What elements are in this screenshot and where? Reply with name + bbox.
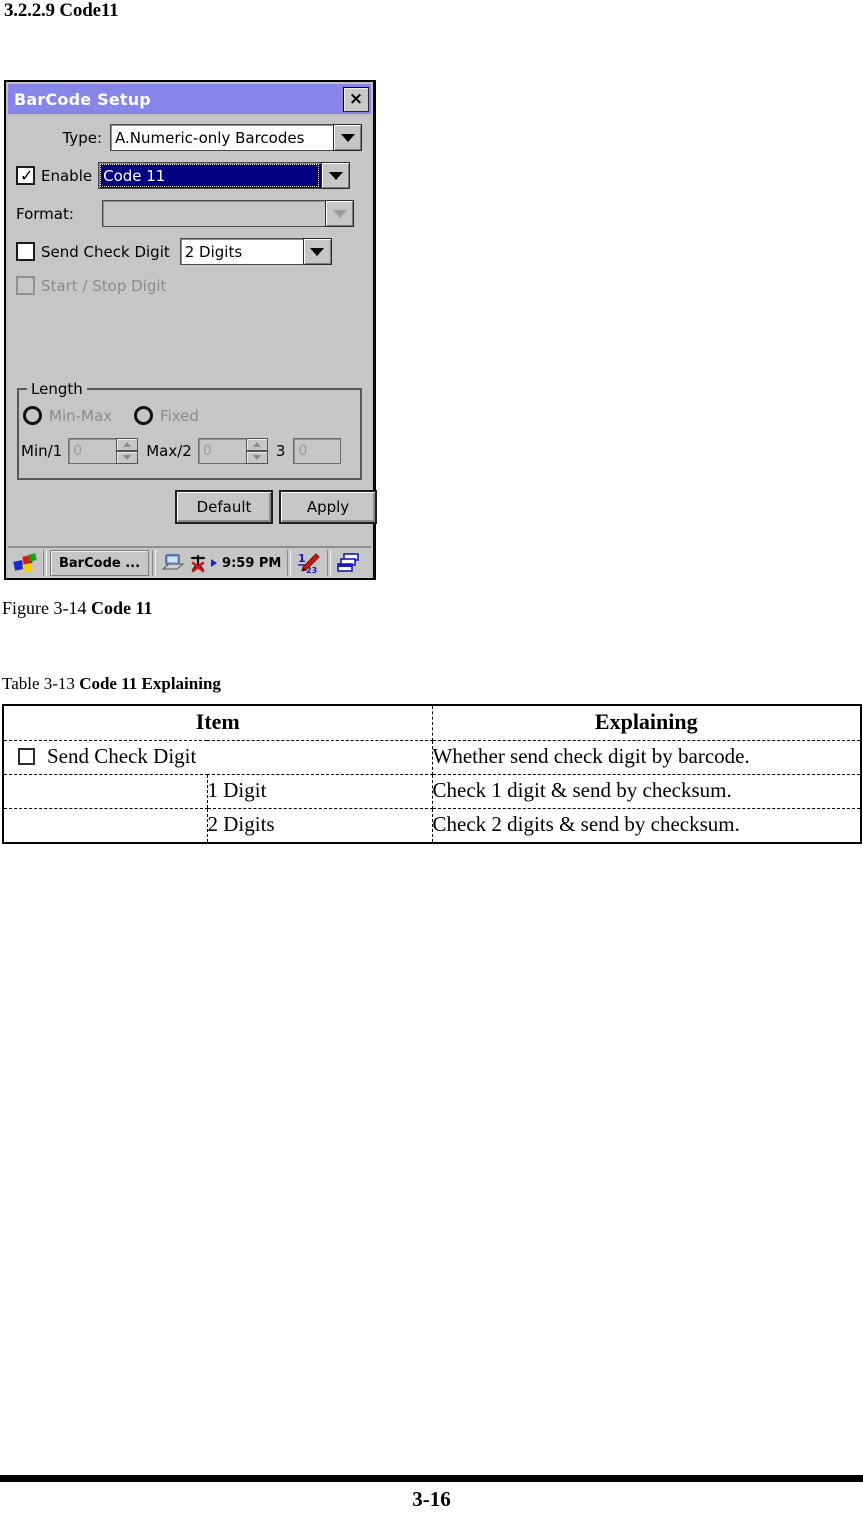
windows-start-icon[interactable] — [10, 550, 40, 576]
table-caption-prefix: Table 3-13 — [2, 674, 80, 693]
table-row: 1 Digit Check 1 digit & send by checksum… — [2, 774, 863, 809]
table-header-row: Item Explaining — [1, 704, 863, 741]
start-stop-digit-row: Start / Stop Digit — [16, 276, 364, 295]
page-title: 3.2.2.9 Code11 — [4, 0, 119, 21]
table-header-item: Item — [1, 704, 433, 741]
table-cell-explaining: Whether send check digit by barcode. — [431, 740, 863, 775]
table-row: Send Check Digit Whether send check digi… — [1, 740, 863, 775]
max-label: Max/2 — [146, 442, 192, 460]
taskbar-separator — [43, 550, 47, 576]
table-caption-title: Code 11 Explaining — [79, 674, 221, 693]
start-stop-digit-label: Start / Stop Digit — [41, 276, 167, 295]
table-row: 2 Digits Check 2 digits & send by checks… — [2, 808, 863, 844]
window-switch-icon[interactable] — [334, 553, 364, 573]
taskbar-separator — [152, 550, 157, 576]
network-disconnected-icon[interactable] — [187, 553, 209, 573]
dialog-title: BarCode Setup — [14, 89, 151, 109]
chevron-down-icon[interactable] — [321, 162, 351, 189]
fixed-radio — [134, 406, 154, 425]
min-input: 0 — [68, 438, 117, 464]
enable-checkbox[interactable]: ✓ — [16, 166, 35, 185]
chevron-down-icon[interactable] — [333, 124, 362, 151]
format-combo-value — [102, 200, 325, 227]
max-stepper: 0 — [197, 438, 268, 464]
length-mode-row: Min-Max Fixed — [23, 406, 199, 425]
footer-divider — [0, 1475, 863, 1482]
table-cell-explaining: Check 1 digit & send by checksum. — [431, 774, 863, 809]
format-label: Format: — [16, 204, 74, 223]
send-check-digit-value: 2 Digits — [179, 238, 303, 265]
format-combo — [102, 200, 354, 227]
send-check-digit-row: Send Check Digit 2 Digits — [16, 238, 364, 265]
chevron-down-icon — [325, 200, 354, 227]
taskbar-separator — [327, 550, 332, 576]
checkbox-icon — [18, 748, 35, 765]
type-combo-value: A.Numeric-only Barcodes — [110, 124, 333, 151]
min-stepper-up-icon — [116, 438, 139, 451]
max-stepper-down-icon — [245, 451, 268, 464]
enable-row: ✓ Enable Code 11 — [16, 162, 364, 189]
third-input: 0 — [293, 438, 342, 464]
input-panel-icon[interactable]: 1 23 — [294, 552, 324, 574]
barcode-setup-dialog: BarCode Setup × Type: A.Numeric-only Bar… — [4, 80, 377, 580]
type-combo[interactable]: A.Numeric-only Barcodes — [110, 124, 362, 151]
send-check-digit-label: Send Check Digit — [41, 242, 170, 261]
default-button[interactable]: Default — [175, 490, 273, 524]
enable-label: Enable — [41, 166, 93, 185]
svg-text:1: 1 — [298, 552, 306, 565]
page-number: 3-16 — [412, 1487, 451, 1511]
format-row: Format: — [16, 200, 364, 227]
send-check-digit-combo[interactable]: 2 Digits — [179, 238, 332, 265]
min-max-label: Min-Max — [49, 406, 113, 425]
min-max-radio — [23, 406, 42, 425]
table-cell-item: Send Check Digit — [1, 740, 433, 775]
figure-caption-prefix: Figure 3-14 — [2, 598, 91, 618]
length-values-row: Min/1 0 Max/2 0 3 0 — [21, 438, 342, 464]
type-row: Type: A.Numeric-only Barcodes — [16, 124, 364, 151]
table-cell-item: 2 Digits — [206, 808, 433, 844]
table-cell-spacer — [2, 774, 207, 809]
max-input: 0 — [197, 438, 246, 464]
code11-explaining-table: Item Explaining Send Check Digit Whether… — [1, 704, 863, 844]
start-stop-digit-checkbox — [16, 276, 35, 295]
apply-button[interactable]: Apply — [279, 490, 377, 524]
min-stepper-down-icon — [116, 451, 139, 464]
max-stepper-up-icon — [245, 438, 268, 451]
tray-expand-icon[interactable] — [209, 556, 219, 570]
min-label: Min/1 — [21, 442, 63, 460]
table-header-explaining: Explaining — [431, 704, 863, 741]
type-label: Type: — [62, 128, 102, 147]
taskbar: BarCode ... 9:59 PM 1 23 — [8, 546, 371, 578]
enable-combo[interactable]: Code 11 — [98, 162, 351, 189]
table-cell-explaining: Check 2 digits & send by checksum. — [431, 808, 863, 844]
table-caption: Table 3-13 Code 11 Explaining — [2, 674, 221, 694]
figure-caption-title: Code 11 — [91, 598, 153, 618]
clock[interactable]: 9:59 PM — [219, 556, 284, 571]
length-group-title: Length — [27, 380, 87, 398]
fixed-label: Fixed — [160, 406, 199, 425]
taskbar-separator — [287, 550, 292, 576]
table-cell-spacer — [2, 808, 207, 844]
send-check-digit-checkbox[interactable] — [16, 242, 35, 261]
check-icon: ✓ — [20, 166, 34, 185]
table-cell-item: 1 Digit — [206, 774, 433, 809]
dialog-body: Type: A.Numeric-only Barcodes ✓ Enable C… — [8, 116, 377, 546]
desktop-icon[interactable] — [159, 553, 187, 573]
figure-caption: Figure 3-14 Code 11 — [2, 598, 153, 619]
dialog-titlebar: BarCode Setup × — [8, 84, 371, 114]
third-label: 3 — [275, 442, 286, 460]
length-group: Length Min-Max Fixed Min/1 0 Max/2 0 3 0 — [17, 380, 362, 480]
chevron-down-icon[interactable] — [302, 238, 332, 265]
close-icon[interactable]: × — [343, 86, 369, 112]
min-stepper: 0 — [68, 438, 139, 464]
enable-combo-value: Code 11 — [98, 162, 322, 189]
table-cell-item-label: Send Check Digit — [47, 744, 197, 768]
taskbar-task-barcode[interactable]: BarCode ... — [50, 550, 150, 576]
